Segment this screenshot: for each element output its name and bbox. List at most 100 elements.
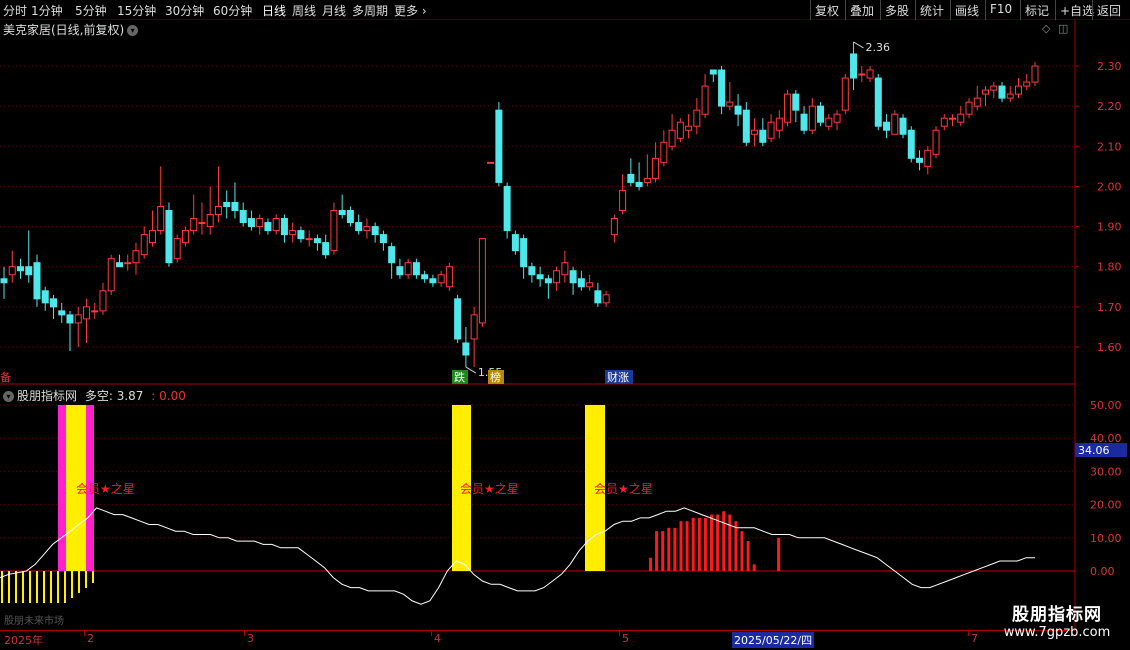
candle-body <box>949 117 957 120</box>
candle-body <box>82 306 90 320</box>
candle-body <box>421 274 429 280</box>
date-label-feb: 2 <box>87 632 94 645</box>
date-label-may: 5 <box>622 632 629 645</box>
price-tick-label: 2.10 <box>1097 140 1122 153</box>
candle-body <box>280 218 288 236</box>
candle-body <box>594 290 602 304</box>
candle-body <box>718 69 726 107</box>
candle-body <box>932 129 940 155</box>
ind-tick-label: 10.00 <box>1090 532 1122 545</box>
candle-body <box>916 157 924 163</box>
candle-body <box>1015 85 1023 95</box>
dropdown-circle-icon[interactable]: ▾ <box>127 25 139 36</box>
ind-tick-label: 30.00 <box>1090 465 1122 478</box>
candle-body <box>685 125 693 131</box>
candle-body <box>165 210 173 264</box>
indicator-menu-circle-icon[interactable]: ▾ <box>3 391 14 402</box>
draw-line-button[interactable]: 画线 <box>950 0 983 20</box>
candle-body <box>487 161 495 164</box>
candle-body <box>998 85 1006 99</box>
period-1min[interactable]: 1分钟 <box>31 2 63 19</box>
candle-body <box>965 101 973 115</box>
period-multi[interactable]: 多周期 <box>352 2 388 19</box>
candle-body <box>445 266 453 288</box>
period-monthly[interactable]: 月线 <box>322 2 346 19</box>
candle-body <box>41 290 49 304</box>
period-daily[interactable]: 日线 <box>262 2 286 19</box>
chevron-right-icon: › <box>421 4 427 18</box>
bottom-left-text: 股朋未来市场 <box>4 614 64 627</box>
red-bar <box>710 514 713 571</box>
period-minute[interactable]: 分时 <box>3 2 27 19</box>
candle-body <box>619 189 627 212</box>
candle-body <box>891 113 899 135</box>
period-60min[interactable]: 60分钟 <box>213 2 252 19</box>
candle-body <box>346 210 354 224</box>
period-30min[interactable]: 30分钟 <box>165 2 204 19</box>
candle-body <box>536 274 544 280</box>
back-button[interactable]: 返回 <box>1092 0 1125 20</box>
candlestick-chart[interactable]: 2.302.202.102.001.901.801.701.602.361.55… <box>0 20 1130 385</box>
candle-body <box>883 121 891 131</box>
ind-tick-label: 50.00 <box>1090 399 1122 412</box>
price-tick-label: 1.80 <box>1097 261 1122 274</box>
candle-body <box>289 230 297 236</box>
candle-body <box>264 222 272 232</box>
candle-body <box>792 93 800 111</box>
candle-body <box>256 218 264 228</box>
indicator-title: ▾ 股朋指标网 多空: 3.87 : 0.00 <box>3 387 186 404</box>
red-bar <box>655 531 659 571</box>
candle-body <box>866 69 874 79</box>
candle-body <box>874 77 882 127</box>
restore-rights-button[interactable]: 复权 <box>810 0 843 20</box>
multi-stock-button[interactable]: 多股 <box>880 0 913 20</box>
candle-body <box>775 117 783 131</box>
period-5min[interactable]: 5分钟 <box>75 2 107 19</box>
candle-body <box>709 69 717 75</box>
watermark-title: 股朋指标网 <box>1012 605 1102 625</box>
candle-body <box>544 278 552 284</box>
candle-body <box>412 262 420 276</box>
candle-body <box>198 222 206 225</box>
candle-body <box>751 129 759 135</box>
candle-body <box>742 109 750 143</box>
ind-tick-label: 0.00 <box>1090 565 1115 578</box>
price-tick-label: 2.20 <box>1097 100 1122 113</box>
chart-corner-icons: ◇ ◫ <box>1042 22 1068 35</box>
candle-body <box>940 117 948 127</box>
candle-body <box>957 113 965 123</box>
window-toggle-icon[interactable]: ◫ <box>1058 22 1068 35</box>
period-weekly[interactable]: 周线 <box>292 2 316 19</box>
candle-body <box>858 73 866 76</box>
price-chart-panel[interactable]: 2.302.202.102.001.901.801.701.602.361.55… <box>0 20 1130 385</box>
period-15min[interactable]: 15分钟 <box>117 2 156 19</box>
red-bar <box>734 521 738 571</box>
price-tick-label: 2.00 <box>1097 180 1122 193</box>
date-tick <box>431 631 432 636</box>
red-bar <box>661 531 665 571</box>
candle-body <box>825 117 833 127</box>
member-star-label: 会员★之星 <box>76 482 135 496</box>
candle-body <box>478 238 486 324</box>
candle-body <box>652 157 660 179</box>
candle-body <box>635 181 643 187</box>
candle-body <box>577 278 585 288</box>
period-more[interactable]: 更多 › <box>394 2 427 19</box>
candle-body <box>107 258 115 292</box>
overlay-button[interactable]: 叠加 <box>845 0 878 20</box>
candle-body <box>74 314 82 324</box>
indicator-chart[interactable]: 50.0040.0030.0020.0010.000.0034.06会员★之星会… <box>0 385 1130 630</box>
mark-button[interactable]: 标记 <box>1020 0 1053 20</box>
red-bar <box>667 527 671 571</box>
price-tick-label: 1.90 <box>1097 221 1122 234</box>
f10-button[interactable]: F10 <box>985 0 1016 20</box>
candle-body <box>907 129 915 159</box>
period-toolbar: 分时 1分钟 5分钟 15分钟 30分钟 60分钟 日线 周线 月线 多周期 更… <box>0 0 1130 20</box>
diamond-icon[interactable]: ◇ <box>1042 22 1050 35</box>
cursor-date: 2025/05/22/四 <box>732 632 815 648</box>
candle-body <box>148 230 156 244</box>
member-star-label: 会员★之星 <box>594 482 653 496</box>
indicator-panel[interactable]: 50.00 40.00 30.00 20.00 10.00 0.00 34.06 会员★之星会… <box>0 385 1130 630</box>
statistics-button[interactable]: 统计 <box>915 0 948 20</box>
candle-body <box>338 210 346 216</box>
